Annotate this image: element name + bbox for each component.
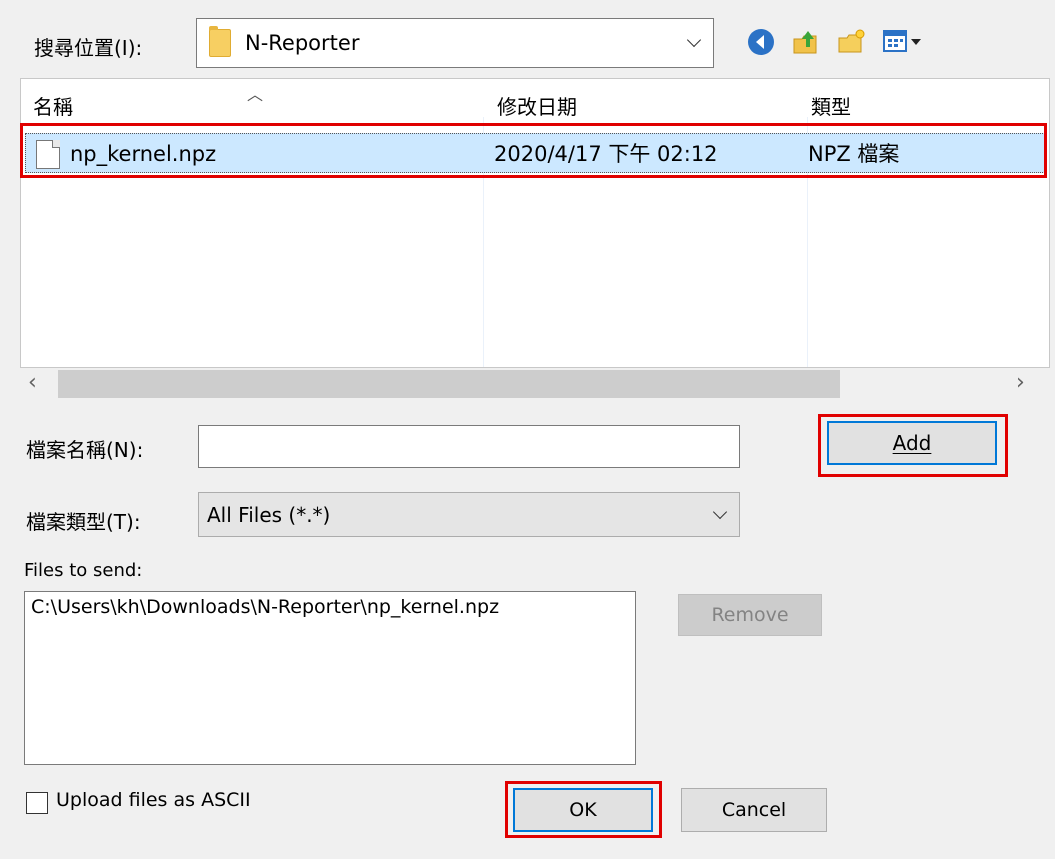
remove-button-label: Remove (711, 604, 789, 626)
scrollbar-thumb[interactable] (58, 370, 840, 398)
file-name-label: 檔案名稱(N): (26, 438, 144, 462)
remove-button[interactable]: Remove (678, 594, 822, 636)
file-type-cell: NPZ 檔案 (808, 142, 900, 166)
new-folder-icon[interactable] (834, 25, 868, 59)
file-type-value: All Files (*.*) (207, 502, 331, 527)
file-name-input[interactable] (198, 425, 740, 468)
upload-ascii-label[interactable]: Upload files as ASCII (56, 789, 251, 811)
file-type-select[interactable]: All Files (*.*) (198, 492, 740, 537)
ok-button[interactable]: OK (513, 788, 653, 832)
file-type-label: 檔案類型(T): (26, 510, 141, 534)
back-icon[interactable] (744, 25, 778, 59)
files-to-send-label: Files to send: (24, 560, 143, 581)
look-in-combo[interactable]: N-Reporter (196, 18, 714, 68)
sort-arrow-icon: ︿ (247, 85, 264, 104)
add-button-label: Add (892, 431, 932, 455)
file-modified-cell: 2020/4/17 下午 02:12 (494, 142, 718, 166)
column-header-name[interactable]: 名稱 (33, 79, 73, 127)
column-header-type[interactable]: 類型 (811, 79, 851, 127)
cancel-button[interactable]: Cancel (681, 788, 827, 832)
horizontal-scrollbar[interactable]: ‹ › (20, 368, 1050, 400)
cancel-button-label: Cancel (721, 799, 787, 821)
column-header-modified[interactable]: 修改日期 (497, 79, 577, 127)
list-item[interactable]: C:\Users\kh\Downloads\N-Reporter\np_kern… (31, 596, 629, 618)
file-list[interactable]: ︿ 名稱 修改日期 類型 np_kernel.npz 2020/4/17 下午 … (20, 78, 1050, 368)
scroll-left-icon[interactable]: ‹ (28, 368, 37, 398)
scroll-right-icon[interactable]: › (1016, 368, 1025, 398)
file-name-cell: np_kernel.npz (70, 142, 217, 166)
upload-ascii-checkbox[interactable] (26, 792, 48, 814)
ok-button-label: OK (569, 799, 597, 821)
look-in-label: 搜尋位置(I): (34, 36, 143, 60)
view-menu-icon[interactable] (878, 25, 934, 59)
look-in-value: N-Reporter (245, 31, 360, 55)
chevron-down-icon (686, 32, 702, 48)
add-button[interactable]: Add (827, 421, 997, 465)
file-row[interactable]: np_kernel.npz 2020/4/17 下午 02:12 NPZ 檔案 (25, 133, 1047, 173)
files-to-send-list[interactable]: C:\Users\kh\Downloads\N-Reporter\np_kern… (24, 591, 636, 765)
file-icon (36, 140, 60, 169)
folder-icon (209, 26, 231, 57)
chevron-down-icon (712, 504, 728, 519)
up-folder-icon[interactable] (788, 25, 822, 59)
